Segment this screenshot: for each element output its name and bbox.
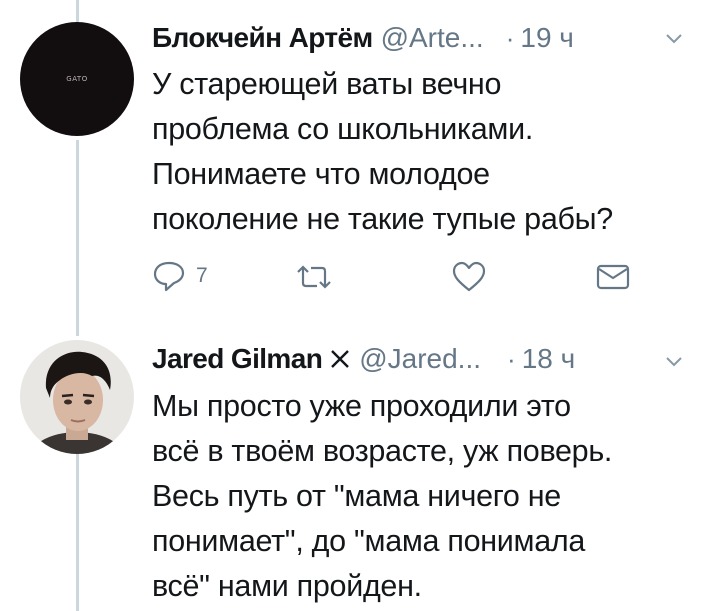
tweet-text-line: проблема со школьниками. [152, 112, 534, 146]
chevron-down-icon[interactable] [665, 33, 683, 45]
retweet-icon [297, 265, 331, 289]
like-button[interactable] [451, 261, 497, 293]
tweet-text-line: понимает", до "мама понимала [152, 524, 586, 558]
avatar[interactable] [20, 340, 134, 454]
author-name[interactable]: Jared Gilman [152, 343, 323, 375]
tweet-text-line: У стареющей ваты вечно [152, 67, 502, 101]
avatar[interactable]: GATO [20, 22, 134, 136]
separator-dot: · [505, 22, 515, 53]
separator-dot: · [507, 343, 516, 374]
tweet-header: Блокчейн Артём @Arte... · 19 ч [152, 19, 574, 57]
heart-icon [452, 261, 486, 292]
author-handle[interactable]: @Arte... [381, 22, 484, 54]
tweet-text-line: поколение не такие тупые рабы? [152, 202, 613, 236]
tweet[interactable]: GATO Блокчейн Артём @Arte... · 19 ч У ст… [0, 0, 713, 330]
timestamp[interactable]: 18 ч [522, 343, 576, 375]
timestamp[interactable]: 19 ч [520, 22, 574, 54]
tweet-text-line: всё в твоём возрасте, уж поверь. [152, 434, 613, 468]
direct-message-button[interactable] [596, 264, 630, 290]
tweet[interactable]: Jared Gilman @Jared... · 18 ч Мы просто … [0, 330, 713, 611]
envelope-icon [596, 264, 630, 290]
reply-button[interactable]: 7 [152, 260, 208, 292]
avatar-photo [20, 340, 134, 454]
author-handle[interactable]: @Jared... [359, 343, 481, 375]
tweet-text: Мы просто уже проходили это всё в твоём … [152, 384, 692, 609]
tweet-text-line: Понимаете что молодое [152, 157, 490, 191]
tweet-text-line: всё" нами пройден. [152, 569, 422, 603]
tweet-text-line: Мы просто уже проходили это [152, 389, 571, 423]
tweet-header: Jared Gilman @Jared... · 18 ч [152, 340, 575, 378]
tweet-text-line: Весь путь от "мама ничего не [152, 479, 561, 513]
author-name[interactable]: Блокчейн Артём [152, 22, 373, 54]
avatar-logo-text: GATO [66, 75, 88, 83]
x-mark-icon [331, 350, 350, 368]
chevron-down-icon[interactable] [665, 356, 683, 368]
reply-count: 7 [196, 264, 208, 287]
tweet-actions: 7 [152, 256, 672, 296]
tweet-text: У стареющей ваты вечно проблема со школь… [152, 62, 692, 242]
retweet-button[interactable] [293, 262, 345, 292]
reply-icon [153, 261, 185, 292]
